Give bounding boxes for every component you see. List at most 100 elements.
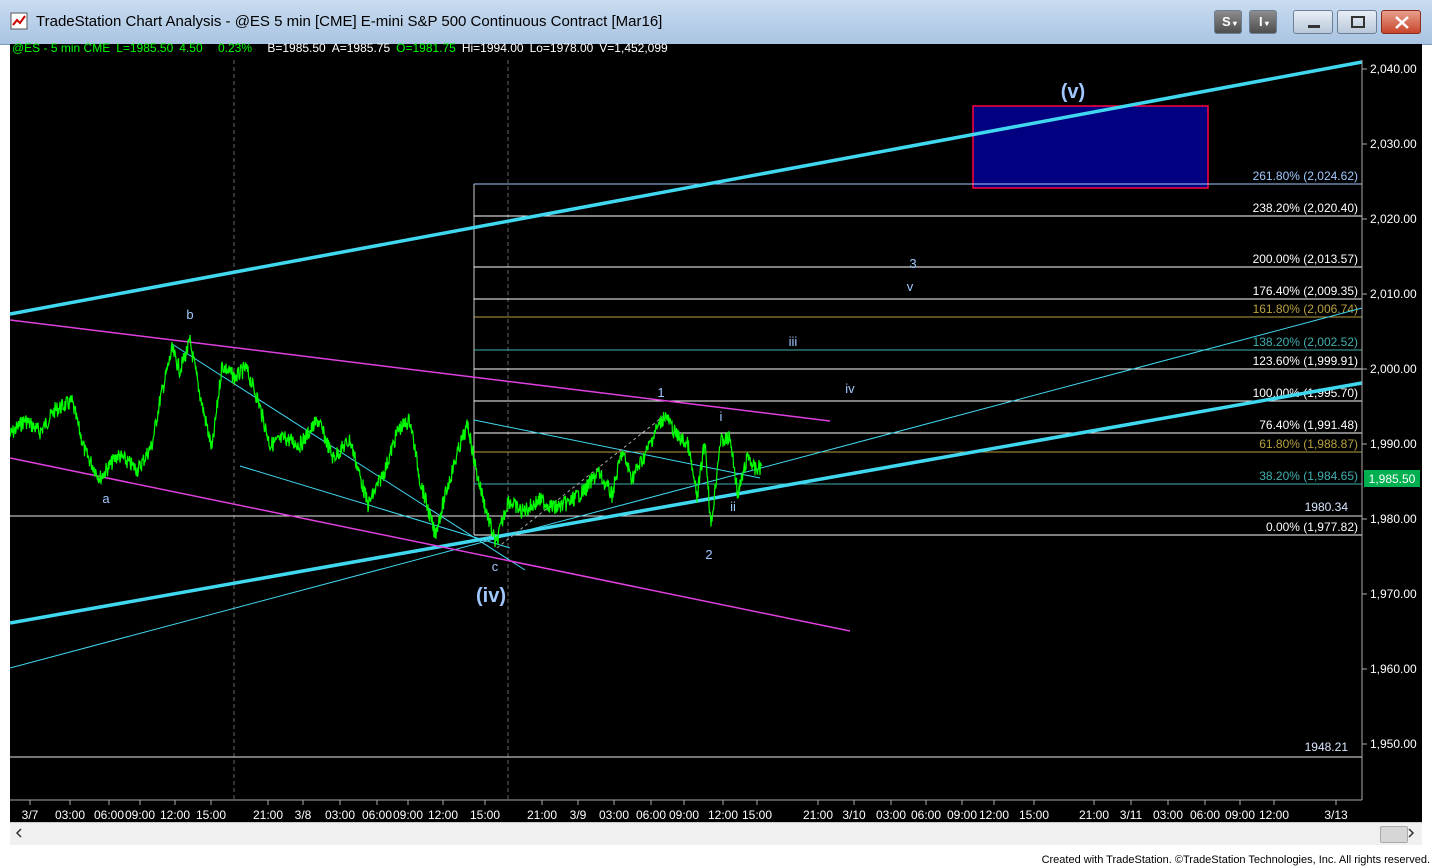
time-tick-label: 03:00	[599, 808, 629, 822]
maximize-icon	[1351, 16, 1365, 28]
wave-label-b: b	[186, 307, 193, 322]
time-tick-label: 15:00	[742, 808, 772, 822]
time-tick-label: 12:00	[1259, 808, 1289, 822]
wave-label-ii: ii	[730, 499, 736, 514]
wave-label-iv: iv	[845, 381, 855, 396]
fib-level-label: 161.80% (2,006.74)	[1253, 302, 1358, 316]
footer-copyright: Created with TradeStation. ©TradeStation…	[1041, 854, 1430, 866]
status-open: O=1981.75	[396, 41, 456, 55]
scroll-left-icon[interactable]	[12, 826, 26, 840]
time-tick-label: 09:00	[1225, 808, 1255, 822]
price-tick-label: 1,950.00	[1370, 737, 1417, 751]
close-button[interactable]	[1381, 10, 1421, 34]
time-tick-label: 06:00	[94, 808, 124, 822]
price-tick-label: 1,960.00	[1370, 662, 1417, 676]
i-menu-button[interactable]: I ▾	[1249, 10, 1277, 34]
status-last: L=1985.50	[116, 41, 174, 55]
current-price-label: 1,985.50	[1369, 472, 1416, 486]
time-tick-label: 15:00	[1019, 808, 1049, 822]
status-change: 4.50	[179, 41, 203, 55]
fib-level-label: 38.20% (1,984.65)	[1259, 469, 1358, 483]
status-bid: B=1985.50	[267, 41, 326, 55]
status-volume: V=1,452,099	[599, 41, 668, 55]
time-tick-label: 03:00	[55, 808, 85, 822]
wave-label-c: c	[492, 559, 499, 574]
price-tick-label: 2,000.00	[1370, 362, 1417, 376]
price-line-1980-label: 1980.34	[1305, 500, 1349, 514]
time-tick-label: 21:00	[803, 808, 833, 822]
status-symbol: @ES - 5 min CME	[12, 41, 111, 55]
time-tick-label: 21:00	[1079, 808, 1109, 822]
time-tick-label: 3/7	[22, 808, 39, 822]
wave-label-iv-major: (iv)	[476, 585, 506, 607]
price-tick-label: 2,030.00	[1370, 137, 1417, 151]
wave-label-v: v	[907, 279, 914, 294]
fib-level-label: 176.40% (2,009.35)	[1253, 284, 1358, 298]
time-tick-label: 3/11	[1120, 808, 1143, 822]
close-icon	[1395, 16, 1409, 29]
fib-level-label: 61.80% (1,988.87)	[1259, 437, 1358, 451]
fib-level-label: 123.60% (1,999.91)	[1253, 354, 1358, 368]
time-tick-label: 15:00	[470, 808, 500, 822]
minimize-icon	[1308, 25, 1320, 28]
time-tick-label: 3/9	[570, 808, 587, 822]
time-tick-label: 03:00	[876, 808, 906, 822]
time-tick-label: 21:00	[253, 808, 283, 822]
status-ask: A=1985.75	[331, 41, 391, 55]
time-tick-label: 12:00	[708, 808, 738, 822]
wave-label-iii: iii	[789, 334, 798, 349]
wave-label-1: 1	[657, 385, 664, 400]
price-tick-label: 2,040.00	[1370, 62, 1417, 76]
price-tick-label: 1,990.00	[1370, 437, 1417, 451]
price-line-1948-label: 1948.21	[1305, 740, 1349, 754]
status-bar: @ES - 5 min CME L=1985.50 4.50 0.23% B=198…	[12, 41, 674, 55]
time-tick-label: 03:00	[1153, 808, 1183, 822]
status-high: Hi=1994.00	[461, 41, 524, 55]
time-tick-label: 12:00	[428, 808, 458, 822]
time-tick-label: 03:00	[325, 808, 355, 822]
time-tick-label: 12:00	[979, 808, 1009, 822]
fib-level-label: 238.20% (2,020.40)	[1253, 201, 1358, 215]
price-tick-label: 1,970.00	[1370, 587, 1417, 601]
price-tick-label: 2,020.00	[1370, 212, 1417, 226]
title-bar: TradeStation Chart Analysis - @ES 5 min …	[0, 0, 1432, 45]
time-tick-label: 12:00	[160, 808, 190, 822]
time-tick-label: 09:00	[125, 808, 155, 822]
status-low: Lo=1978.00	[529, 41, 594, 55]
s-menu-button[interactable]: S ▾	[1214, 10, 1242, 34]
time-tick-label: 3/13	[1324, 808, 1348, 822]
wave-label-2: 2	[705, 547, 712, 562]
wave-label-3: 3	[909, 256, 916, 271]
chart-area[interactable]: 261.80% (2,024.62) 238.20% (2,020.40) 200.…	[9, 44, 1422, 822]
fib-level-label: 0.00% (1,977.82)	[1266, 520, 1358, 534]
time-tick-label: 06:00	[911, 808, 941, 822]
horizontal-scrollbar[interactable]	[10, 822, 1422, 845]
price-tick-label: 2,010.00	[1370, 287, 1417, 301]
time-tick-label: 06:00	[636, 808, 666, 822]
time-tick-label: 3/8	[295, 808, 312, 822]
time-tick-label: 06:00	[1190, 808, 1220, 822]
wave-label-i: i	[720, 409, 723, 424]
target-box[interactable]	[972, 105, 1209, 189]
minimize-button[interactable]	[1293, 10, 1333, 34]
fib-level-label: 138.20% (2,002.52)	[1253, 335, 1358, 349]
window-title: TradeStation Chart Analysis - @ES 5 min …	[36, 13, 663, 30]
time-tick-label: 15:00	[196, 808, 226, 822]
fib-level-label: 200.00% (2,013.57)	[1253, 252, 1358, 266]
maximize-button[interactable]	[1337, 10, 1377, 34]
time-tick-label: 09:00	[669, 808, 699, 822]
time-tick-label: 09:00	[947, 808, 977, 822]
wave-label-v-major: (v)	[1061, 81, 1085, 103]
tradestation-app-icon	[10, 12, 28, 30]
fib-level-label: 76.40% (1,991.48)	[1259, 418, 1358, 432]
scroll-right-icon[interactable]	[1404, 826, 1418, 840]
time-tick-label: 09:00	[393, 808, 423, 822]
fib-level-label: 261.80% (2,024.62)	[1253, 169, 1358, 183]
price-chart[interactable]: 261.80% (2,024.62) 238.20% (2,020.40) 200.…	[9, 44, 1422, 822]
time-tick-label: 3/10	[842, 808, 866, 822]
price-tick-label: 1,980.00	[1370, 512, 1417, 526]
wave-label-a: a	[102, 491, 110, 506]
status-pct: 0.23%	[217, 41, 252, 55]
time-tick-label: 21:00	[527, 808, 557, 822]
time-tick-label: 06:00	[362, 808, 392, 822]
